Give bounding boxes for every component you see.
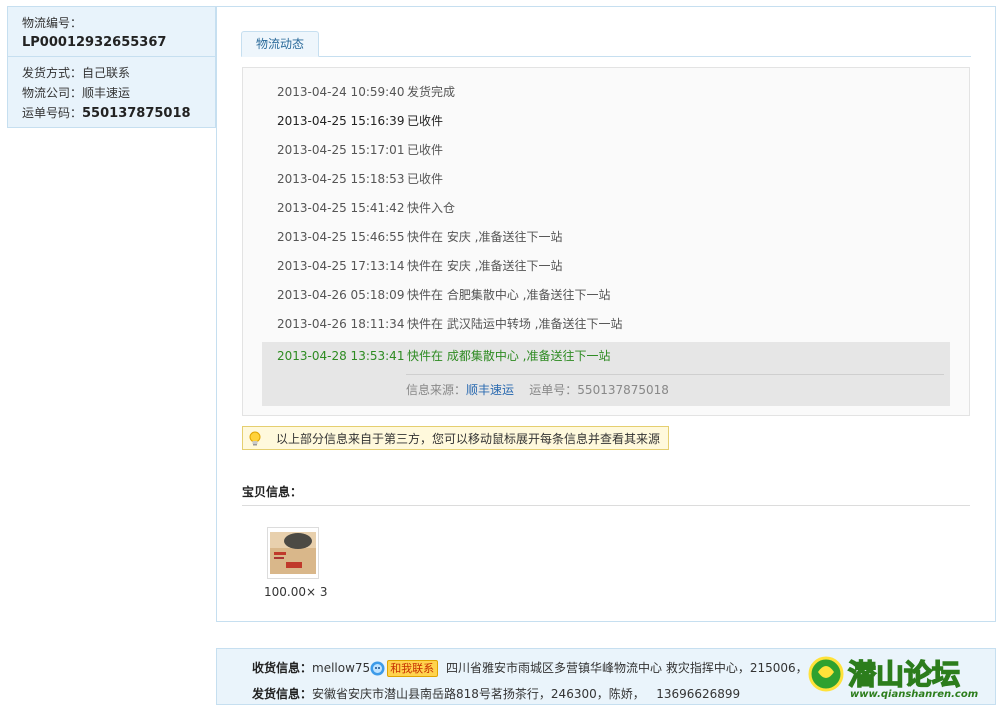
shipping-details: 发货方式：自己联系 物流公司：顺丰速运 运单号码：550137875018 [8,57,215,123]
tab-logistics-tracking[interactable]: 物流动态 [241,31,319,57]
shipping-method: 发货方式：自己联系 [22,66,131,80]
event-time: 2013-04-28 13:53:41 [277,349,405,363]
event-desc: 快件在 安庆 ,准备送往下一站 [407,259,563,273]
lightbulb-icon [249,431,261,446]
event-desc: 快件在 武汉陆运中转场 ,准备送往下一站 [407,317,623,331]
order-number: LP00012932655367 [22,35,167,50]
tracking-event[interactable]: 2013-04-25 17:13:14 快件在 安庆 ,准备送往下一站 [277,252,562,281]
send-label: 发货信息： [252,687,313,701]
event-time: 2013-04-25 17:13:14 [277,259,405,273]
event-time: 2013-04-24 10:59:40 [277,85,405,99]
notice-text: 以上部分信息来自于第三方，您可以移动鼠标展开每条信息并查看其来源 [276,432,661,446]
waybill-label: 运单号码： [22,106,83,120]
order-number-label: 物流编号： [22,16,83,30]
receive-info: 收货信息：mellow75 和我联系 四川省雅安市雨城区多营镇华峰物流中心 救灾指… [252,658,808,678]
receive-address: 四川省雅安市雨城区多营镇华峰物流中心 救灾指挥中心，215006， [446,661,808,675]
latest-tracking-event[interactable]: 2013-04-28 13:53:41 快件在 成都集散中心 ,准备送往下一站 信… [262,342,950,406]
event-source: 信息来源：顺丰速运 运单号：550137875018 [406,380,669,400]
tracking-event[interactable]: 2013-04-25 15:41:42 快件入仓 [277,194,455,223]
product-price-quantity: 100.00× 3 [264,585,328,599]
wangwang-chat-icon[interactable] [370,661,385,676]
logistics-company: 物流公司：顺丰速运 [22,86,131,100]
divider [242,505,970,506]
event-desc: 快件入仓 [407,201,456,215]
tracking-event[interactable]: 2013-04-26 18:11:34 快件在 武汉陆运中转场 ,准备送往下一站 [277,310,622,339]
source-waybill: 运单号：550137875018 [529,383,669,397]
third-party-notice: 以上部分信息来自于第三方，您可以移动鼠标展开每条信息并查看其来源 [242,426,669,450]
tab-bar: 物流动态 [241,31,971,57]
event-desc: 快件在 合肥集散中心 ,准备送往下一站 [407,288,611,302]
tracking-event[interactable]: 2013-04-25 15:46:55 快件在 安庆 ,准备送往下一站 [277,223,562,252]
event-time: 2013-04-25 15:18:53 [277,172,405,186]
event-time: 2013-04-26 18:11:34 [277,317,405,331]
event-desc: 快件在 成都集散中心 ,准备送往下一站 [407,349,611,363]
send-phone: 13696626899 [656,687,741,701]
send-address: 安徽省安庆市潜山县南岳路818号茗扬茶行，246300，陈娇， [312,687,645,701]
tracking-list: 2013-04-24 10:59:40 发货完成 2013-04-25 15:16… [242,67,970,416]
order-info-box: 物流编号： LP00012932655367 发货方式：自己联系 物流公司：顺丰… [7,6,216,128]
tracking-event[interactable]: 2013-04-25 15:16:39 已收件 [277,107,443,136]
product-image [268,528,318,578]
latest-event-line: 2013-04-28 13:53:41 快件在 成都集散中心 ,准备送往下一站 [277,342,610,371]
event-time: 2013-04-25 15:17:01 [277,143,405,157]
event-desc: 已收件 [407,143,444,157]
event-desc: 发货完成 [407,85,456,99]
event-time: 2013-04-25 15:41:42 [277,201,405,215]
contact-me-button[interactable]: 和我联系 [387,660,439,677]
event-time: 2013-04-26 05:18:09 [277,288,405,302]
forum-watermark: 潜山论坛 www.qianshanren.com [806,652,996,700]
source-link[interactable]: 顺丰速运 [466,383,514,397]
logistics-panel: 物流动态 2013-04-24 10:59:40 发货完成 2013-04-25 … [216,6,996,622]
watermark-title: 潜山论坛 [848,658,960,691]
event-desc: 已收件 [407,172,444,186]
event-time: 2013-04-25 15:16:39 [277,114,405,128]
event-desc: 已收件 [407,114,444,128]
tracking-event[interactable]: 2013-04-25 15:18:53 已收件 [277,165,443,194]
event-time: 2013-04-25 15:46:55 [277,230,405,244]
tracking-event[interactable]: 2013-04-24 10:59:40 发货完成 [277,78,455,107]
receiver-name: mellow75 [312,661,371,675]
send-info: 发货信息：安徽省安庆市潜山县南岳路818号茗扬茶行，246300，陈娇， 136… [252,684,740,704]
product-thumbnail[interactable] [267,527,319,579]
waybill-row: 运单号码：550137875018 [22,103,215,123]
receive-label: 收货信息： [252,661,313,675]
watermark-url: www.qianshanren.com [850,689,978,700]
watermark-logo-icon: 潜山论坛 www.qianshanren.com [808,656,978,700]
event-desc: 快件在 安庆 ,准备送往下一站 [407,230,563,244]
divider [406,374,944,375]
goods-title: 宝贝信息： [242,485,303,499]
waybill-number: 550137875018 [82,106,191,121]
tracking-event[interactable]: 2013-04-25 15:17:01 已收件 [277,136,443,165]
source-label: 信息来源： [406,383,467,397]
order-number-section: 物流编号： LP00012932655367 [8,7,215,57]
tracking-event[interactable]: 2013-04-26 05:18:09 快件在 合肥集散中心 ,准备送往下一站 [277,281,610,310]
